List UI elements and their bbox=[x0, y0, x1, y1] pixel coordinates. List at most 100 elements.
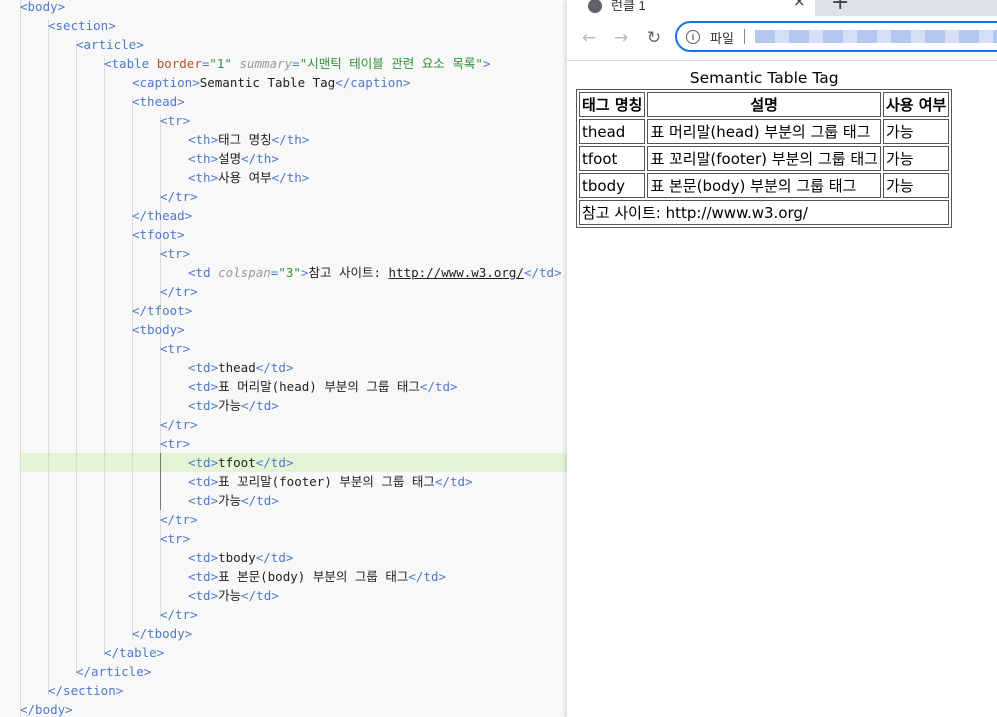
code-token: <thead> bbox=[132, 94, 185, 109]
code-token: Semantic Table Tag bbox=[199, 75, 336, 90]
code-line: </tr> bbox=[160, 605, 198, 624]
code-token: <tr> bbox=[160, 341, 191, 356]
code-token: </body> bbox=[20, 702, 73, 717]
code-token: > bbox=[482, 56, 491, 71]
code-token: <th> bbox=[188, 132, 219, 147]
footer-row: 참고 사이트: http://www.w3.org/ bbox=[579, 200, 950, 225]
redacted-url[interactable] bbox=[755, 30, 997, 43]
code-token: http://www.w3.org/ bbox=[388, 265, 524, 280]
code-token: </td> bbox=[523, 265, 562, 280]
indent-guide bbox=[20, 0, 21, 717]
code-line: <tr> bbox=[160, 111, 190, 130]
tab-title: 런클 1 bbox=[611, 0, 646, 13]
code-line: <td>표 머리말(head) 부분의 그룹 태그</td> bbox=[188, 377, 458, 396]
code-token: 가능 bbox=[218, 398, 242, 413]
code-token: </td> bbox=[434, 474, 473, 489]
code-line: <th>설명</th> bbox=[188, 149, 279, 168]
table-row: tbody 표 본문(body) 부분의 그룹 태그 가능 bbox=[579, 173, 950, 198]
code-token: <td> bbox=[188, 588, 219, 603]
table-cell: 가능 bbox=[882, 146, 950, 171]
code-token: </tr> bbox=[160, 607, 198, 622]
code-token: colspan bbox=[218, 265, 271, 280]
code-token: </tbody> bbox=[132, 626, 193, 641]
code-line: <td>가능</td> bbox=[188, 586, 279, 605]
back-button[interactable]: ← bbox=[578, 27, 600, 49]
code-line: <td>가능</td> bbox=[188, 396, 279, 415]
browser-tab[interactable]: 런클 1 × bbox=[567, 0, 815, 16]
code-token: summary bbox=[239, 56, 293, 71]
current-line-highlight bbox=[20, 453, 567, 472]
code-token: </td> bbox=[241, 493, 279, 508]
code-line: </section> bbox=[48, 681, 123, 700]
code-token: <tbody> bbox=[132, 322, 185, 337]
code-token: </section> bbox=[48, 683, 124, 698]
code-token: 표 꼬리말(footer) 부분의 그룹 태그 bbox=[218, 474, 435, 489]
code-token: thead bbox=[218, 360, 256, 375]
code-token: </tr> bbox=[160, 417, 198, 432]
code-token: </th> bbox=[271, 170, 310, 185]
code-line: <tr> bbox=[160, 529, 190, 548]
code-token: </table> bbox=[104, 645, 165, 660]
active-indent-guide bbox=[160, 453, 161, 510]
code-token: tfoot bbox=[218, 455, 256, 470]
code-token: <td> bbox=[188, 455, 219, 470]
indent-guide bbox=[48, 20, 49, 695]
code-line: <tr> bbox=[160, 339, 190, 358]
code-token: </tr> bbox=[160, 512, 198, 527]
code-token: <th> bbox=[188, 170, 219, 185]
table-cell: 표 머리말(head) 부분의 그룹 태그 bbox=[647, 119, 881, 144]
code-line: <caption>Semantic Table Tag</caption> bbox=[132, 73, 410, 92]
code-line: <tfoot> bbox=[132, 225, 185, 244]
code-token: <th> bbox=[188, 151, 219, 166]
code-token: </tr> bbox=[160, 189, 198, 204]
code-token: "시맨틱 테이블 관련 요소 목록" bbox=[299, 56, 483, 71]
code-token: "1" bbox=[209, 56, 232, 71]
code-token: </caption> bbox=[335, 75, 411, 90]
table-foot: 참고 사이트: http://www.w3.org/ bbox=[579, 200, 950, 225]
reload-button[interactable]: ↻ bbox=[643, 27, 665, 49]
indent-guide bbox=[76, 40, 77, 676]
forward-button[interactable]: → bbox=[610, 27, 632, 49]
code-token: </td> bbox=[255, 550, 294, 565]
table-cell: tbody bbox=[579, 173, 646, 198]
code-line: <section> bbox=[48, 16, 116, 35]
info-icon[interactable]: i bbox=[686, 30, 700, 44]
footer-cell: 참고 사이트: http://www.w3.org/ bbox=[579, 200, 950, 225]
table-row: thead 표 머리말(head) 부분의 그룹 태그 가능 bbox=[579, 119, 950, 144]
code-token: </thead> bbox=[132, 208, 193, 223]
code-token: </td> bbox=[255, 360, 294, 375]
code-editor[interactable]: <body> <section> <article> <table border = "1… bbox=[0, 0, 567, 717]
table-cell: tfoot bbox=[579, 146, 646, 171]
code-line: </thead> bbox=[132, 206, 192, 225]
code-line: <table border="1" summary="시맨틱 테이블 관련 요소… bbox=[104, 54, 490, 73]
new-tab-button[interactable]: + bbox=[831, 0, 849, 15]
code-token: <td> bbox=[188, 398, 219, 413]
address-bar[interactable]: i 파일 bbox=[675, 21, 997, 52]
code-token: 참고 사이트: bbox=[308, 265, 389, 280]
code-token: <td> bbox=[188, 474, 219, 489]
code-line: <body> bbox=[20, 0, 65, 16]
code-token: </article> bbox=[76, 664, 152, 679]
code-line: <td colspan="3">참고 사이트: http://www.w3.or… bbox=[188, 263, 562, 282]
code-line: </tr> bbox=[160, 510, 198, 529]
semantic-table: Semantic Table Tag 태그 명칭 설명 사용 여부 참고 사이트… bbox=[576, 67, 953, 228]
code-token: <tr> bbox=[160, 246, 191, 261]
code-token: </td> bbox=[255, 455, 294, 470]
close-icon[interactable]: × bbox=[793, 0, 806, 10]
header-row: 태그 명칭 설명 사용 여부 bbox=[579, 92, 950, 117]
code-token: <body> bbox=[20, 0, 66, 14]
code-token: <td> bbox=[188, 550, 219, 565]
code-line: </body> bbox=[20, 700, 73, 717]
code-token: <tr> bbox=[160, 531, 191, 546]
table-head: 태그 명칭 설명 사용 여부 bbox=[579, 92, 950, 117]
code-line: </tr> bbox=[160, 282, 198, 301]
code-line: <td>thead</td> bbox=[188, 358, 293, 377]
table-cell: 가능 bbox=[882, 119, 950, 144]
scheme-label: 파일 bbox=[710, 31, 734, 46]
code-line: <td>tbody</td> bbox=[188, 548, 293, 567]
code-token: </th> bbox=[271, 132, 310, 147]
code-line: <article> bbox=[76, 35, 144, 54]
globe-icon bbox=[588, 0, 602, 13]
table-cell: thead bbox=[579, 119, 646, 144]
code-token: 가능 bbox=[218, 493, 242, 508]
